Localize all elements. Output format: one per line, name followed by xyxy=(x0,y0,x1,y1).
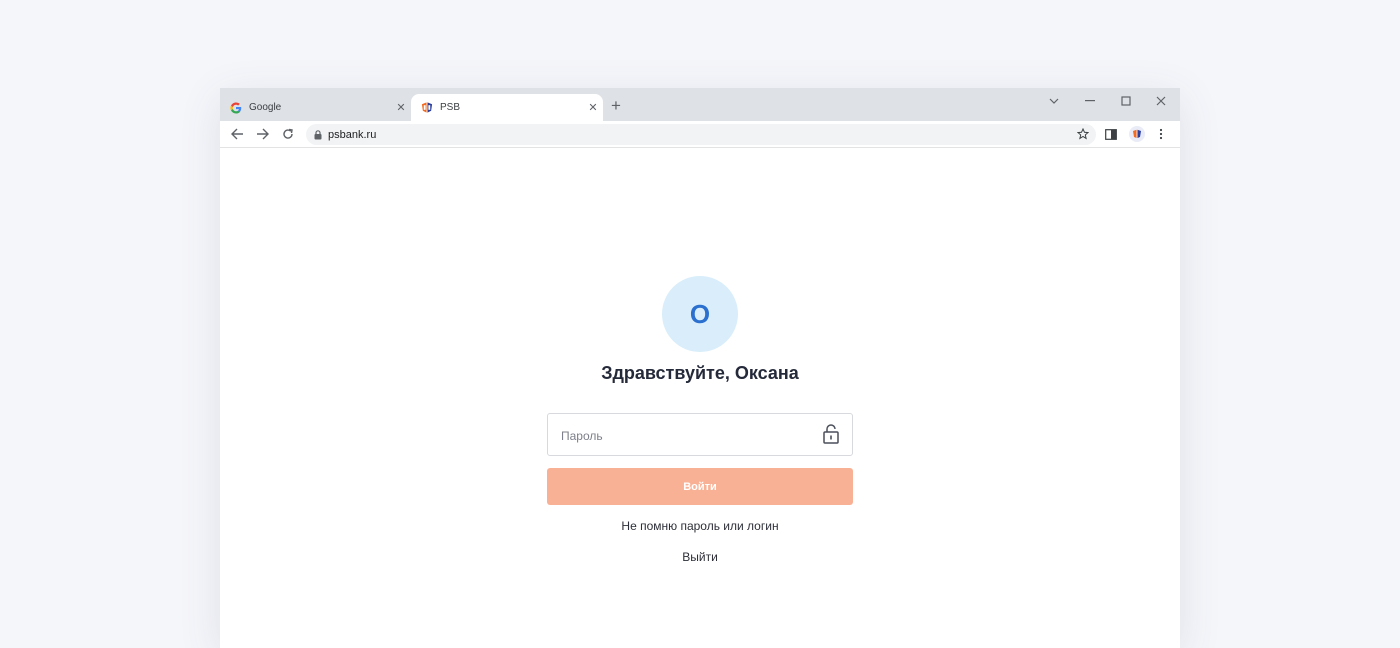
tab-title: Google xyxy=(249,102,282,113)
password-input[interactable] xyxy=(559,414,813,457)
forgot-password-link[interactable]: Не помню пароль или логин xyxy=(500,519,900,533)
greeting-title: Здравствуйте, Оксана xyxy=(601,363,799,383)
close-icon[interactable]: ✕ xyxy=(393,100,409,116)
url-text: psbank.ru xyxy=(328,128,377,141)
background: Google ✕ PSB ✕ + psbank.ru О Здравствуйт… xyxy=(0,0,1400,648)
minimize-icon[interactable] xyxy=(1081,92,1099,110)
tab-search-chevron-icon[interactable] xyxy=(1045,92,1063,110)
bookmark-star-icon[interactable] xyxy=(1074,125,1092,143)
new-tab-button[interactable]: + xyxy=(607,97,625,115)
forward-arrow-icon[interactable] xyxy=(253,125,271,143)
tab-psb[interactable]: PSB ✕ xyxy=(411,94,603,121)
back-arrow-icon[interactable] xyxy=(228,125,246,143)
unlock-icon[interactable] xyxy=(822,424,840,444)
reload-icon[interactable] xyxy=(279,125,297,143)
address-bar[interactable]: psbank.ru xyxy=(306,124,1096,145)
google-g-icon xyxy=(230,102,242,114)
browser-toolbar: psbank.ru xyxy=(220,121,1180,148)
browser-window: Google ✕ PSB ✕ + psbank.ru О Здравствуйт… xyxy=(220,88,1180,648)
maximize-icon[interactable] xyxy=(1117,92,1135,110)
password-field[interactable] xyxy=(547,413,853,457)
lock-icon xyxy=(314,129,322,140)
close-icon[interactable]: ✕ xyxy=(585,100,601,116)
tab-strip: Google ✕ PSB ✕ + xyxy=(220,88,1180,121)
login-button[interactable]: Войти xyxy=(547,468,853,505)
side-panel-icon[interactable] xyxy=(1102,125,1120,143)
tab-google[interactable]: Google ✕ xyxy=(220,94,411,121)
tab-title: PSB xyxy=(440,102,461,113)
menu-dots-icon[interactable] xyxy=(1152,125,1170,143)
close-window-icon[interactable] xyxy=(1152,92,1170,110)
psb-logo-icon xyxy=(421,102,433,114)
logout-link[interactable]: Выйти xyxy=(500,550,900,564)
avatar: О xyxy=(662,276,738,352)
psb-extension-icon[interactable] xyxy=(1128,125,1146,143)
login-page: О Здравствуйте, Оксана Войти Не помню па… xyxy=(220,148,1180,648)
